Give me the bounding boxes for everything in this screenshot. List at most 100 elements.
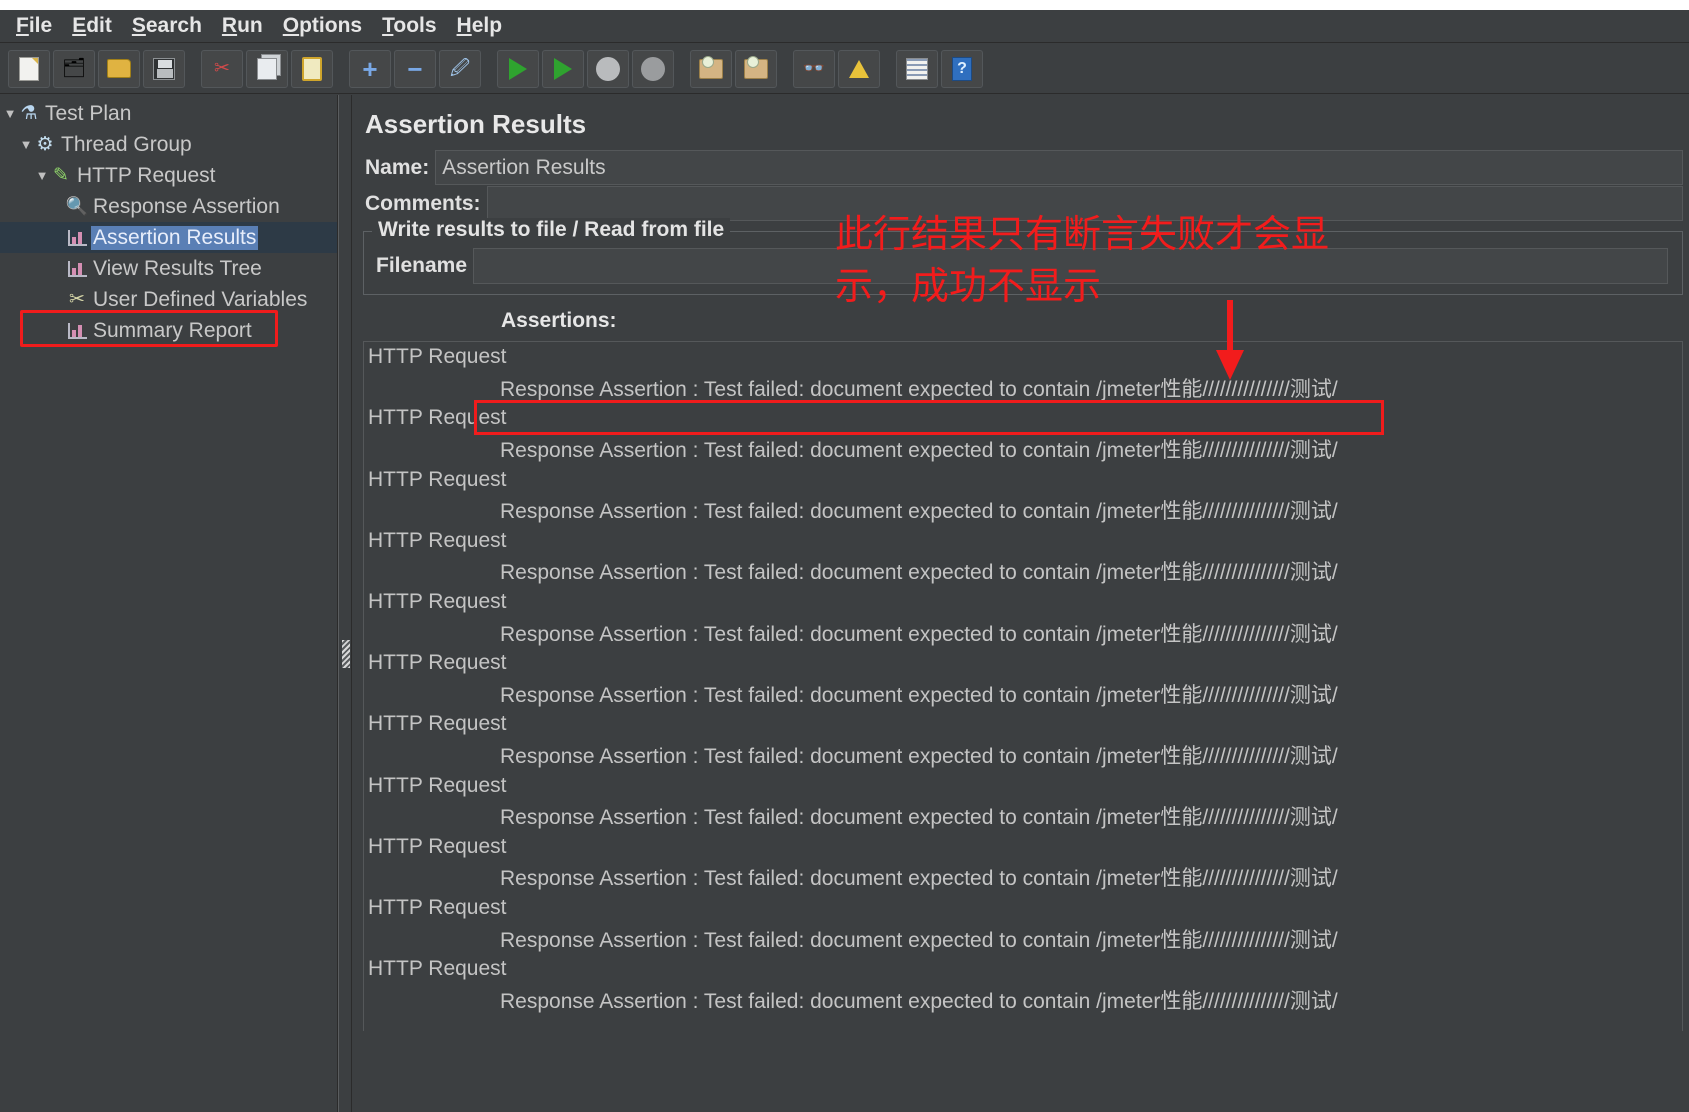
result-request-line: HTTP Request — [368, 590, 507, 614]
toggle-icon[interactable]: 🖉 — [439, 49, 481, 88]
write-results-legend: Write results to file / Read from file — [372, 218, 731, 242]
menu-tools[interactable]: Tools — [372, 12, 446, 40]
search-reset-icon[interactable] — [838, 49, 880, 88]
tree-item-view-results-tree[interactable]: View Results Tree — [0, 253, 337, 284]
filename-label: Filename — [372, 248, 474, 284]
menu-run[interactable]: Run — [212, 12, 273, 40]
result-request-line: HTTP Request — [368, 773, 507, 797]
toolbar-separator-4 — [677, 50, 687, 88]
chart-icon — [66, 227, 88, 249]
chevron-down-icon[interactable]: ▼ — [34, 168, 50, 183]
toolbar-separator-2 — [336, 50, 346, 88]
result-assertion-line: Response Assertion : Test failed: docume… — [500, 500, 1338, 524]
chevron-down-icon[interactable]: ▼ — [2, 106, 18, 121]
result-assertion-line: Response Assertion : Test failed: docume… — [500, 867, 1338, 891]
write-results-group: Write results to file / Read from file F… — [363, 218, 1683, 295]
tree-item-user-defined-variables[interactable]: ✂ User Defined Variables — [0, 284, 337, 315]
tree-item-http-request[interactable]: ▼ ✎ HTTP Request — [0, 160, 337, 191]
save-icon[interactable] — [143, 49, 185, 88]
filename-input[interactable] — [473, 248, 1668, 284]
beaker-icon: ⚗ — [20, 103, 38, 124]
tree-item-thread-group[interactable]: ▼ ⚙ Thread Group — [0, 129, 337, 160]
start-no-pauses-icon[interactable] — [542, 49, 584, 88]
search-icon[interactable]: 👓 — [793, 49, 835, 88]
toolbar-separator-3 — [484, 50, 494, 88]
result-assertion-line: Response Assertion : Test failed: docume… — [500, 989, 1338, 1013]
result-request-line: HTTP Request — [368, 957, 507, 981]
clear-icon[interactable] — [690, 49, 732, 88]
main-area: ▼ ⚗ Test Plan ▼ ⚙ Thread Group ▼ ✎ HTTP Request 🔍… — [0, 95, 1689, 1112]
toolbar-separator-6 — [883, 50, 893, 88]
name-row: Name: Assertion Results — [361, 150, 1689, 185]
page-title: Assertion Results — [365, 109, 587, 139]
result-request-line: HTTP Request — [368, 528, 507, 552]
open-icon[interactable] — [98, 49, 140, 88]
toolbar: 🗂 ✂ + − 🖉 👓 ? — [0, 44, 1689, 94]
assertions-label: Assertions: — [501, 309, 617, 332]
gear-icon: ⚙ — [36, 134, 54, 155]
name-input[interactable]: Assertion Results — [435, 150, 1683, 185]
result-request-line: HTTP Request — [368, 712, 507, 736]
result-assertion-line: Response Assertion : Test failed: docume… — [500, 561, 1338, 585]
templates-icon[interactable]: 🗂 — [53, 49, 95, 88]
cut-icon[interactable]: ✂ — [201, 49, 243, 88]
menu-options[interactable]: Options — [273, 12, 372, 40]
tree-item-label: Assertion Results — [91, 225, 259, 250]
result-assertion-line: Response Assertion : Test failed: docume… — [500, 439, 1338, 463]
collapse-all-icon[interactable]: − — [394, 49, 436, 88]
result-request-line: HTTP Request — [368, 467, 507, 491]
menu-bar: File Edit Search Run Options Tools Help — [0, 10, 1689, 43]
result-request-line: HTTP Request — [368, 406, 507, 430]
copy-icon[interactable] — [246, 49, 288, 88]
test-plan-tree[interactable]: ▼ ⚗ Test Plan ▼ ⚙ Thread Group ▼ ✎ HTTP Request 🔍… — [0, 95, 338, 1112]
tree-item-label: User Defined Variables — [93, 287, 308, 311]
tree-item-label: Thread Group — [61, 132, 192, 156]
tree-item-summary-report[interactable]: Summary Report — [0, 315, 337, 346]
result-assertion-line: Response Assertion : Test failed: docume… — [500, 683, 1338, 707]
tree-item-test-plan[interactable]: ▼ ⚗ Test Plan — [0, 98, 337, 129]
result-request-line: HTTP Request — [368, 345, 507, 369]
tools-icon: ✂ — [69, 289, 85, 310]
help-icon[interactable]: ? — [941, 49, 983, 88]
result-assertion-line: Response Assertion : Test failed: docume… — [500, 622, 1338, 646]
tree-item-label: Response Assertion — [93, 194, 280, 218]
assertion-results-panel: Assertion Results Name: Assertion Result… — [353, 95, 1689, 1112]
menu-help[interactable]: Help — [447, 12, 513, 40]
result-request-line: HTTP Request — [368, 895, 507, 919]
tree-item-label: Test Plan — [45, 101, 132, 125]
filename-row: Filename — [372, 248, 1674, 284]
result-assertion-line: Response Assertion : Test failed: docume… — [500, 745, 1338, 769]
menu-edit[interactable]: Edit — [62, 12, 122, 40]
new-icon[interactable] — [8, 49, 50, 88]
result-assertion-line: Response Assertion : Test failed: docume… — [500, 928, 1338, 952]
name-label: Name: — [361, 150, 436, 185]
comments-input[interactable] — [486, 186, 1683, 221]
comments-label: Comments: — [361, 186, 487, 221]
pencil-icon: ✎ — [53, 165, 69, 186]
chart-icon — [66, 320, 88, 342]
menu-file[interactable]: File — [6, 12, 62, 40]
tree-item-label: HTTP Request — [77, 163, 216, 187]
function-helper-icon[interactable] — [896, 49, 938, 88]
result-request-line: HTTP Request — [368, 651, 507, 675]
toolbar-separator-5 — [780, 50, 790, 88]
expand-all-icon[interactable]: + — [349, 49, 391, 88]
start-icon[interactable] — [497, 49, 539, 88]
menu-search[interactable]: Search — [122, 12, 212, 40]
chevron-down-icon[interactable]: ▼ — [18, 137, 34, 152]
result-assertion-line: Response Assertion : Test failed: docume… — [500, 377, 1338, 401]
tree-item-label: View Results Tree — [93, 256, 262, 280]
clear-all-icon[interactable] — [735, 49, 777, 88]
paste-icon[interactable] — [291, 49, 333, 88]
tree-item-assertion-results[interactable]: Assertion Results — [0, 222, 337, 253]
jmeter-window: File Edit Search Run Options Tools Help 🗂 ✂ + … — [0, 0, 1689, 1112]
panel-splitter[interactable] — [338, 95, 352, 1112]
magnifier-icon: 🔍 — [65, 196, 89, 216]
tree-item-label: Summary Report — [93, 318, 252, 342]
shutdown-icon[interactable] — [632, 49, 674, 88]
stop-icon[interactable] — [587, 49, 629, 88]
splitter-grip[interactable] — [342, 640, 350, 668]
tree-item-response-assertion[interactable]: 🔍 Response Assertion — [0, 191, 337, 222]
assertion-results-list[interactable]: HTTP Request Response Assertion : Test fa… — [363, 341, 1683, 1031]
page-top-strip — [0, 0, 1689, 10]
